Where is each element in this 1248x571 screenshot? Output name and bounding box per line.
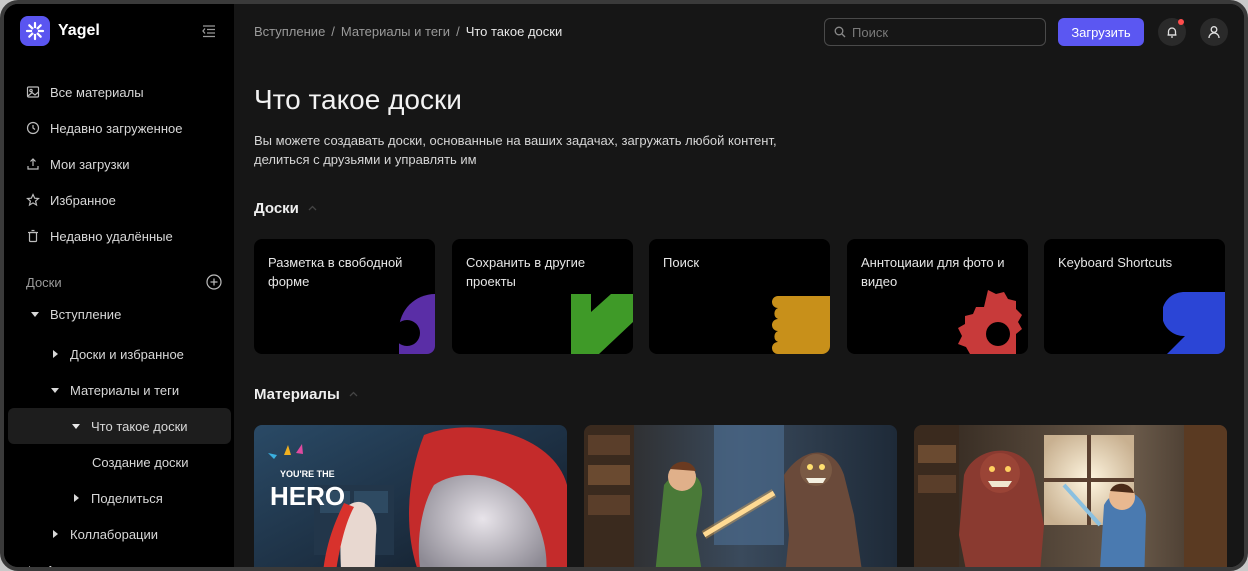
svg-text:HERO: HERO xyxy=(270,481,345,511)
boards-section-label: Доски xyxy=(254,200,299,217)
board-card-label: Разметка в свободной форме xyxy=(268,255,403,289)
sidebar-item-favorites[interactable]: Избранное xyxy=(4,182,234,218)
caret-right-icon[interactable] xyxy=(50,349,60,359)
tree-item-create-board[interactable]: Создание доски xyxy=(4,444,234,480)
board-card[interactable]: Аннтоциаии для фото и видео xyxy=(847,239,1028,354)
material-card[interactable] xyxy=(914,425,1227,567)
board-card-label: Поиск xyxy=(663,255,700,270)
tree-item-share[interactable]: Поделиться xyxy=(4,480,234,516)
board-card-label: Keyboard Shortcuts xyxy=(1058,255,1173,270)
breadcrumb-item[interactable]: Материалы и теги xyxy=(341,24,450,39)
image-icon xyxy=(26,86,40,98)
tree-item-what-are-boards[interactable]: Что такое доски xyxy=(8,408,231,444)
tree-item-label: Коллаборации xyxy=(70,526,159,542)
user-icon xyxy=(1208,26,1220,39)
trash-icon xyxy=(28,229,38,243)
board-card[interactable]: Разметка в свободной форме xyxy=(254,239,435,354)
logo-icon xyxy=(20,16,50,46)
svg-text:YOU'RE THE: YOU'RE THE xyxy=(280,469,335,479)
search-input[interactable] xyxy=(852,24,1032,40)
app-name: Yagel xyxy=(58,22,100,39)
material-card[interactable]: YOU'RE THE HERO xyxy=(254,425,567,567)
tree-item-label: Что такое доски xyxy=(91,418,188,434)
collapse-sidebar-icon[interactable] xyxy=(201,23,217,39)
boards-section-header: Доски xyxy=(26,272,222,292)
profile-button[interactable] xyxy=(1200,18,1228,46)
materials-section-title[interactable]: Материалы xyxy=(254,386,359,403)
tree-item-boards-favorites[interactable]: Доски и избранное xyxy=(4,336,234,372)
caret-down-icon[interactable] xyxy=(30,309,40,319)
material-image xyxy=(914,425,1227,567)
boards-list: Разметка в свободной форме Сохранить в д… xyxy=(254,239,1225,354)
boards-section-label: Доски xyxy=(26,274,62,290)
sidebar: Yagel Все материалы Недавно загруженное … xyxy=(4,4,234,571)
board-shape-icon xyxy=(1163,292,1225,354)
sidebar-item-label: Все материалы xyxy=(50,84,144,100)
breadcrumb: Вступление / Материалы и теги / Что тако… xyxy=(254,24,562,39)
tree-item-label: Создание доски xyxy=(92,454,189,470)
sidebar-item-recent-uploads[interactable]: Недавно загруженное xyxy=(4,110,234,146)
chevron-up-icon[interactable] xyxy=(307,203,318,214)
material-card[interactable] xyxy=(584,425,897,567)
topbar: Вступление / Материалы и теги / Что тако… xyxy=(234,4,1244,60)
breadcrumb-separator: / xyxy=(456,24,460,39)
search-box[interactable] xyxy=(824,18,1046,46)
notifications-button[interactable] xyxy=(1158,18,1186,46)
caret-down-icon[interactable] xyxy=(50,385,60,395)
caret-down-icon[interactable] xyxy=(71,421,81,431)
upload-button[interactable]: Загрузить xyxy=(1058,18,1144,46)
tree-item-label: Ассистент xyxy=(46,562,108,571)
sidebar-item-recently-deleted[interactable]: Недавно удалённые xyxy=(4,218,234,254)
boards-tree: Вступление Доски и избранное Материалы и… xyxy=(4,296,234,571)
app-window: Yagel Все материалы Недавно загруженное … xyxy=(0,0,1248,571)
breadcrumb-item[interactable]: Вступление xyxy=(254,24,325,39)
caret-right-icon[interactable] xyxy=(50,529,60,539)
tree-item-label: Доски и избранное xyxy=(70,346,184,362)
sidebar-item-label: Избранное xyxy=(50,192,116,208)
breadcrumb-current: Что такое доски xyxy=(465,24,563,39)
tree-item-materials-tags[interactable]: Материалы и теги xyxy=(4,372,234,408)
caret-right-icon[interactable] xyxy=(71,493,81,503)
page-description: Вы можете создавать доски, основанные на… xyxy=(254,133,777,167)
boards-section-title[interactable]: Доски xyxy=(254,200,318,217)
sidebar-item-my-uploads[interactable]: Мои загрузки xyxy=(4,146,234,182)
tree-item-label: Материалы и теги xyxy=(70,382,180,398)
sidebar-item-all-materials[interactable]: Все материалы xyxy=(4,74,234,110)
board-shape-icon xyxy=(571,294,633,354)
tree-item-label: Вступление xyxy=(50,306,122,322)
material-image: YOU'RE THE HERO xyxy=(254,425,567,567)
board-card[interactable]: Сохранить в другие проекты xyxy=(452,239,633,354)
board-card-label: Сохранить в другие проекты xyxy=(466,255,586,289)
clock-icon xyxy=(26,121,40,135)
search-icon xyxy=(834,26,846,38)
material-image xyxy=(584,425,897,567)
tree-item-intro[interactable]: Вступление xyxy=(4,296,234,332)
star-icon xyxy=(26,193,40,207)
chevron-up-icon[interactable] xyxy=(348,389,359,400)
tree-item-collaborations[interactable]: Коллаборации xyxy=(4,516,234,552)
page-title: Что такое доски xyxy=(254,84,462,115)
add-board-icon[interactable] xyxy=(206,274,222,290)
board-card[interactable]: Поиск xyxy=(649,239,830,354)
board-card[interactable]: Keyboard Shortcuts xyxy=(1044,239,1225,354)
upload-icon xyxy=(27,158,39,170)
notification-badge xyxy=(1178,19,1184,25)
board-shape-icon xyxy=(958,290,1022,354)
bell-icon xyxy=(1167,27,1177,38)
sidebar-item-label: Недавно удалённые xyxy=(50,228,173,244)
materials-grid: YOU'RE THE HERO xyxy=(254,425,1228,567)
materials-section-label: Материалы xyxy=(254,386,340,403)
tree-item-assistant[interactable]: Ассистент xyxy=(4,552,234,571)
breadcrumb-separator: / xyxy=(331,24,335,39)
sidebar-nav: Все материалы Недавно загруженное Мои за… xyxy=(4,74,234,254)
tree-item-label: Поделиться xyxy=(91,490,163,506)
sidebar-item-label: Недавно загруженное xyxy=(50,120,183,136)
caret-right-icon[interactable] xyxy=(26,565,36,571)
logo[interactable]: Yagel xyxy=(20,16,100,46)
board-shape-icon xyxy=(772,296,830,354)
board-card-label: Аннтоциаии для фото и видео xyxy=(861,255,1005,289)
board-shape-icon xyxy=(394,294,435,354)
sidebar-item-label: Мои загрузки xyxy=(50,156,130,172)
main-content: Вступление / Материалы и теги / Что тако… xyxy=(234,4,1244,567)
